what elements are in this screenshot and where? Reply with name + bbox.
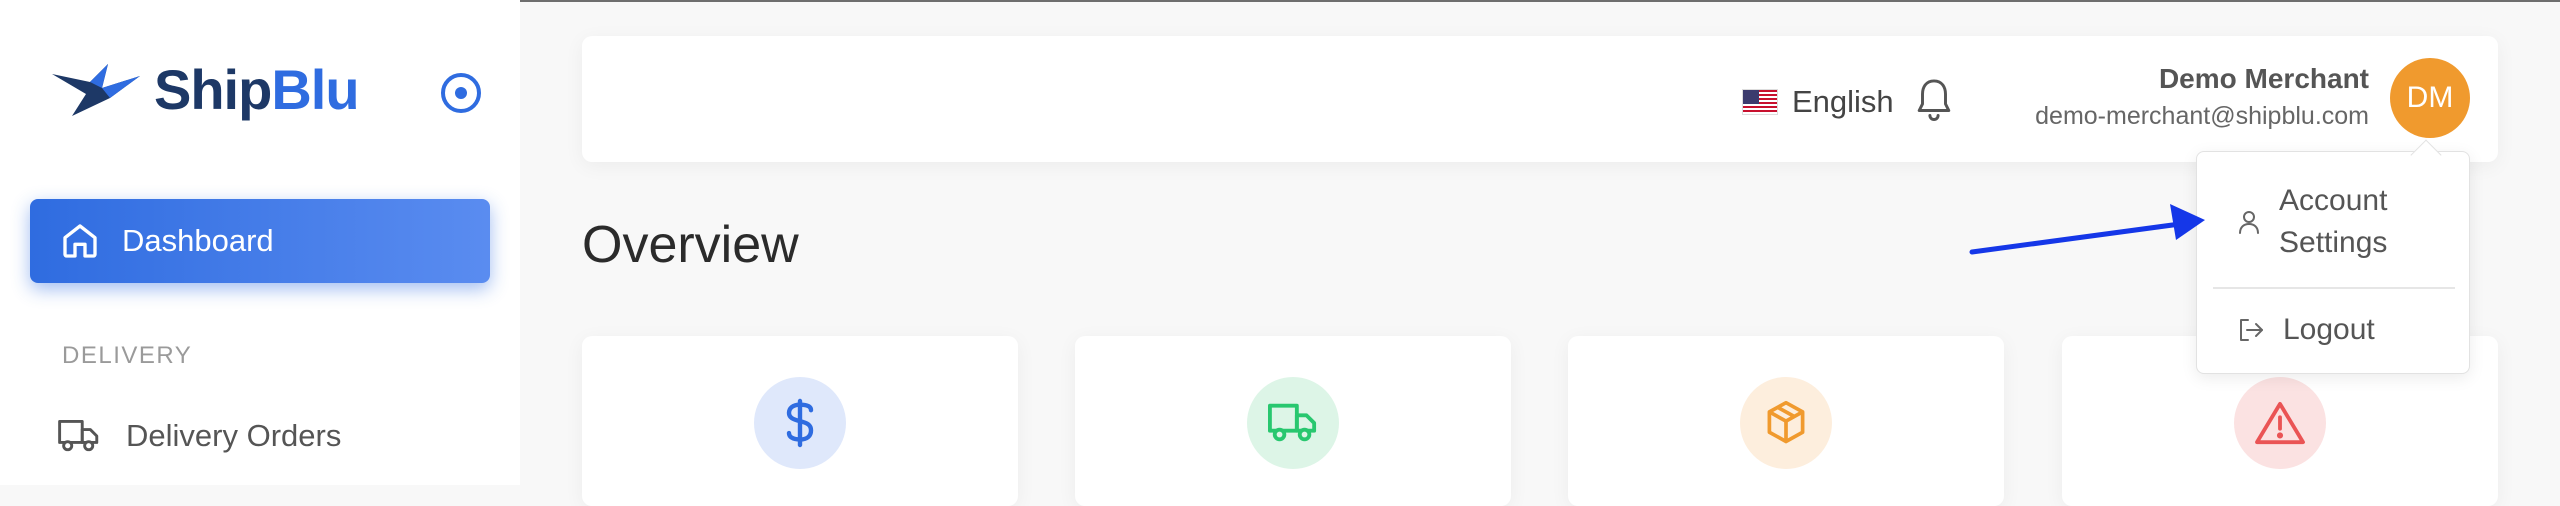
annotation-arrow <box>1969 204 2205 255</box>
